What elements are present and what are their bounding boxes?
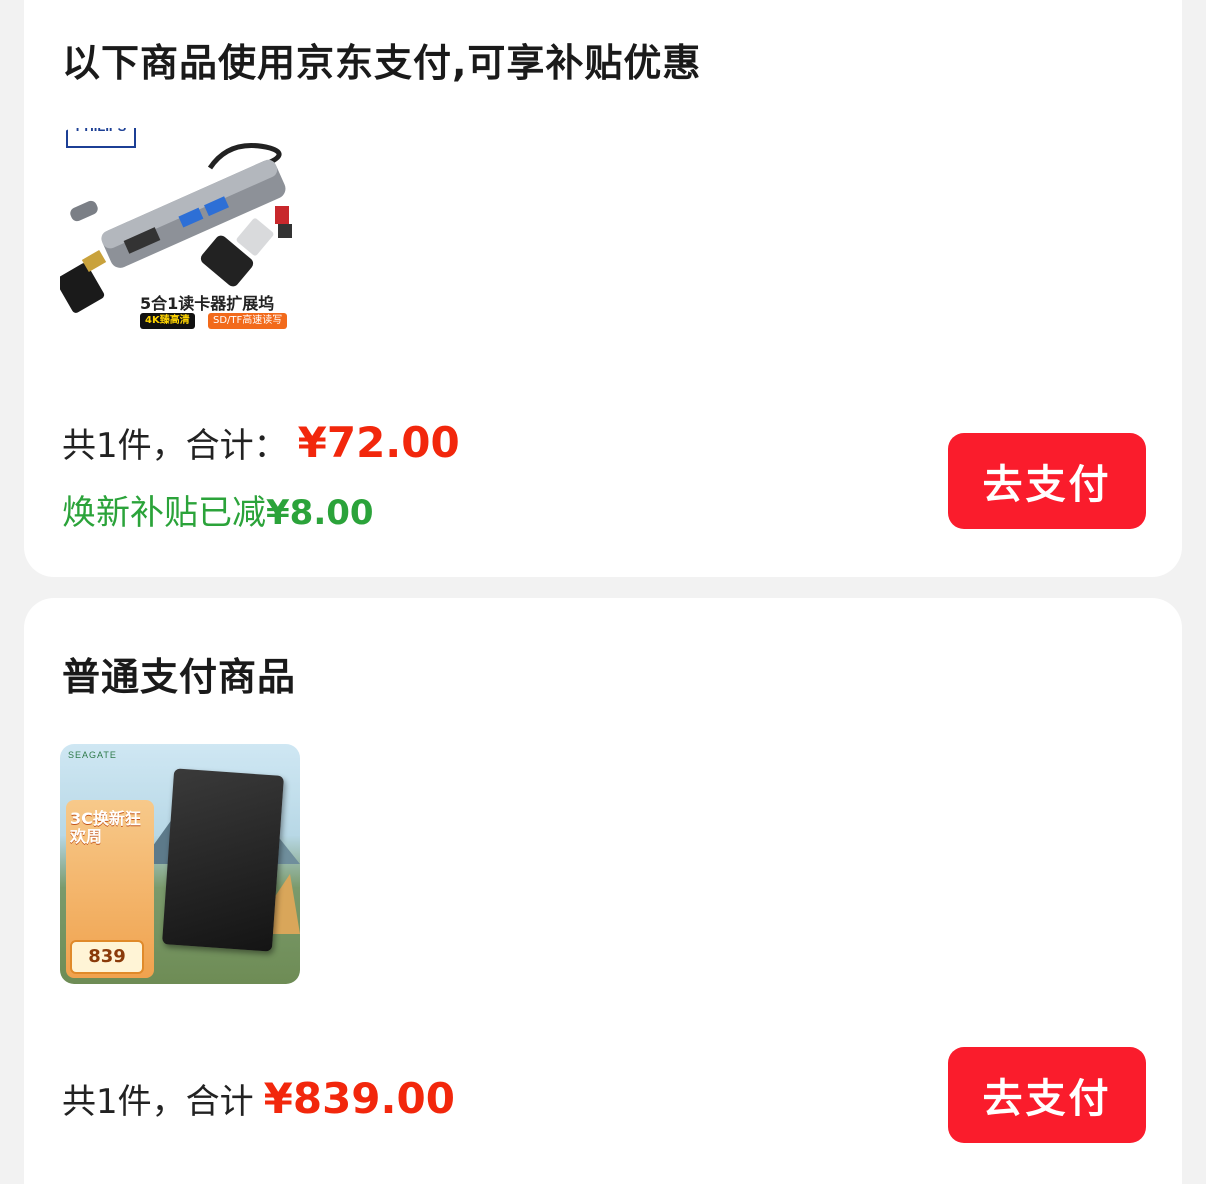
brand-label-seagate: SEAGATE — [68, 750, 117, 760]
total-price: ¥839.00 — [263, 1074, 455, 1123]
pay-button[interactable]: 去支付 — [948, 1047, 1146, 1143]
order-summary: 共1件，合计： ¥72.00 — [62, 418, 460, 467]
normal-order-card: 普通支付商品 SEAGATE 3C换新狂欢周 839 共1件，合计 ¥839.00… — [24, 598, 1182, 1184]
order-summary: 共1件，合计 ¥839.00 — [62, 1074, 455, 1123]
section-title: 以下商品使用京东支付,可享补贴优惠 — [62, 41, 702, 85]
brand-badge-philips: PHILIPS — [66, 128, 136, 148]
checkout-page: 以下商品使用京东支付,可享补贴优惠 5合1读卡器扩展坞 4K臻高清 SD/TF高… — [0, 0, 1206, 1184]
summary-label: 共1件，合计： — [62, 426, 288, 466]
usb-hub-illustration — [60, 143, 292, 313]
product-image-tag: SD/TF高速读写 — [208, 313, 288, 329]
subsidy-info: 焕新补贴已减¥8.00 — [62, 485, 374, 534]
total-price: ¥72.00 — [297, 418, 460, 467]
promo-title: 3C换新狂欢周 — [70, 809, 141, 846]
summary-label: 共1件，合计 — [62, 1082, 254, 1122]
product-image-tag: 4K臻高清 — [140, 313, 195, 329]
promo-price: 839 — [70, 940, 144, 974]
subsidy-amount: ¥8.00 — [266, 493, 374, 533]
product-image-caption: 5合1读卡器扩展坞 — [140, 294, 275, 313]
hard-drive-illustration — [161, 768, 285, 952]
section-title: 普通支付商品 — [62, 655, 297, 699]
subsidy-order-card: 以下商品使用京东支付,可享补贴优惠 5合1读卡器扩展坞 4K臻高清 SD/TF高… — [24, 0, 1182, 577]
product-image-hard-drive[interactable]: SEAGATE 3C换新狂欢周 839 — [60, 744, 300, 984]
product-image-usb-hub[interactable]: PHILIPS 5合1读卡器扩展坞 4K臻高清 SD/TF高速读写 — [60, 128, 300, 368]
subsidy-label: 焕新补贴已减 — [62, 493, 266, 533]
pay-button[interactable]: 去支付 — [948, 433, 1146, 529]
